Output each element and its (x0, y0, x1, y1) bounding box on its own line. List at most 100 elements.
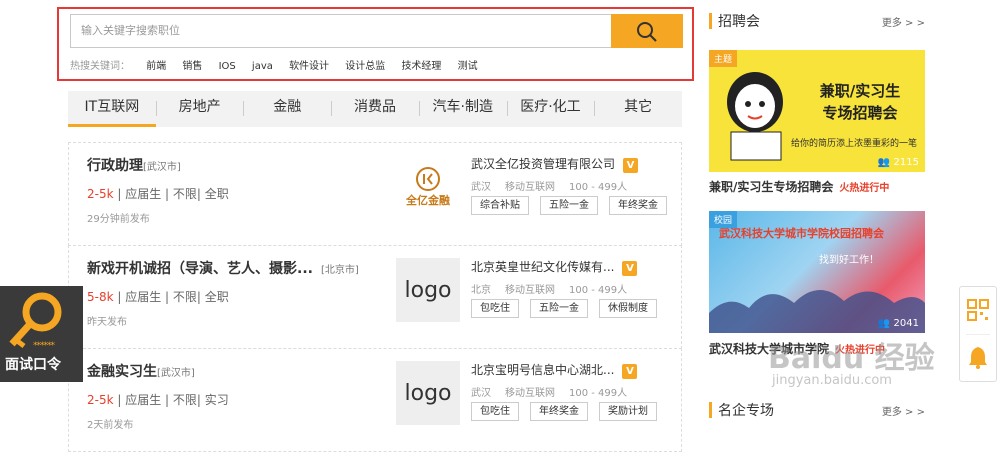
company-name-text: 武汉全亿投资管理有限公司 (471, 157, 616, 171)
fair-badge-theme: 主题 (709, 50, 738, 67)
job-card[interactable]: 行政助理[武汉市] 2-5k | 应届生 | 不限| 全职 29分钟前发布 全亿… (68, 142, 682, 246)
tab-consumer-goods[interactable]: 消费品 (331, 91, 419, 127)
fair-title-text: 兼职/实习生专场招聘会 (709, 180, 834, 194)
hot-keyword[interactable]: 技术经理 (401, 61, 441, 72)
fair-banner-subtitle: 给你的简历添上浓墨重彩的一笔 (791, 139, 918, 149)
tab-real-estate[interactable]: 房地产 (155, 91, 244, 127)
job-posted-time: 2天前发布 (87, 420, 134, 431)
job-requirements: | 应届生 | 不限| 全职 (113, 290, 229, 304)
job-fairs-more-link[interactable]: 更多 > > (882, 14, 925, 29)
company-name[interactable]: 武汉全亿投资管理有限公司 V (471, 155, 639, 173)
fair-title[interactable]: 兼职/实习生专场招聘会 火热进行中 (709, 178, 889, 195)
famous-companies-heading: 名企专场 (718, 403, 774, 419)
company-logo[interactable]: logo (396, 361, 460, 425)
search-panel: 输入关键字搜索职位 热搜关键词： 前端 销售 IOS java 软件设计 设计总… (57, 7, 694, 81)
hot-keywords-label: 热搜关键词： (70, 61, 130, 72)
fair-banner-title: 武汉科技大学城市学院校园招聘会 (719, 227, 884, 240)
benefit-tags: 包吃住 五险一金 休假制度 (471, 299, 657, 318)
floating-toolbar (959, 286, 997, 382)
verified-icon: V (622, 261, 638, 276)
tab-other[interactable]: 其它 (594, 91, 682, 127)
watermark-url: jingyan.baidu.com (772, 373, 892, 388)
job-salary: 2-5k (87, 393, 114, 407)
search-input[interactable]: 输入关键字搜索职位 (70, 14, 611, 48)
company-name[interactable]: 北京宝明号信息中心湖北... V (471, 361, 638, 379)
hot-keyword[interactable]: 软件设计 (289, 61, 329, 72)
password-stars: ****** (33, 341, 55, 351)
benefit-tag: 奖励计划 (599, 402, 657, 421)
benefit-tag: 包吃住 (471, 299, 519, 318)
toolbar-divider (966, 334, 990, 335)
fair-banner-line1: 兼职/实习生 (819, 82, 901, 100)
job-meta: 5-8k | 应届生 | 不限| 全职 (87, 288, 229, 305)
benefit-tags: 综合补贴 五险一金 年终奖金 (471, 196, 667, 215)
job-meta: 2-5k | 应届生 | 不限| 实习 (87, 391, 229, 408)
tab-medical-chemical[interactable]: 医疗·化工 (506, 91, 595, 127)
job-posted-time: 昨天发布 (87, 317, 127, 328)
company-size: 100 - 499人 (569, 285, 628, 296)
company-location: 北京 (471, 285, 491, 296)
fair-banner-campus[interactable]: 武汉科技大学城市学院校园招聘会 找到好工作！ 校园 👥 2041 (709, 211, 925, 333)
company-industry: 移动互联网 (505, 285, 555, 296)
hot-keyword[interactable]: IOS (219, 61, 236, 72)
qr-code-icon[interactable] (967, 299, 989, 321)
company-industry: 移动互联网 (505, 388, 555, 399)
company-logo-text: 全亿金融 (406, 194, 450, 207)
company-industry: 移动互联网 (505, 182, 555, 193)
interview-password-widget[interactable]: ****** 面试口令 (0, 286, 83, 382)
fair-view-count: 👥 2115 (877, 157, 919, 168)
fair-banner-title: 兼职/实习生 专场招聘会 (805, 80, 915, 124)
job-title[interactable]: 金融实习生[武汉市] (87, 361, 195, 381)
company-size: 100 - 499人 (569, 388, 628, 399)
fair-status: 火热进行中 (839, 183, 890, 194)
category-tabs: IT互联网 房地产 金融 消费品 汽车·制造 医疗·化工 其它 (68, 91, 682, 127)
baidu-jingyan-watermark: Baidu 经验 jingyan.baidu.com (768, 333, 935, 388)
job-city: [北京市] (320, 265, 359, 276)
famous-companies-header: 名企专场 更多 > > (709, 400, 925, 420)
company-logo-mark (416, 167, 440, 191)
fair-view-count-text: 2115 (893, 157, 919, 168)
bell-icon[interactable] (967, 345, 989, 369)
company-name-text: 北京英皇世纪文化传媒有... (471, 260, 615, 274)
company-location: 武汉 (471, 182, 491, 193)
interview-password-label: 面试口令 (5, 357, 61, 373)
job-title-text: 行政助理 (87, 158, 143, 174)
tab-it-internet[interactable]: IT互联网 (68, 91, 156, 127)
fair-banner-line2: 专场招聘会 (822, 104, 898, 122)
job-title[interactable]: 新戏开机诚招（导演、艺人、摄影... [北京市] (87, 258, 359, 278)
job-title[interactable]: 行政助理[武汉市] (87, 155, 181, 175)
company-logo[interactable]: 全亿金融 (396, 155, 460, 219)
tab-finance[interactable]: 金融 (243, 91, 331, 127)
hot-keyword[interactable]: 测试 (458, 61, 478, 72)
job-title-text: 新戏开机诚招（导演、艺人、摄影... (87, 261, 313, 277)
tab-auto-manufacturing[interactable]: 汽车·制造 (418, 91, 507, 127)
hot-keyword[interactable]: 销售 (182, 61, 202, 72)
fair-badge-campus: 校园 (709, 211, 738, 228)
company-name-text: 北京宝明号信息中心湖北... (471, 363, 615, 377)
search-icon (637, 22, 657, 42)
job-card[interactable]: 金融实习生[武汉市] 2-5k | 应届生 | 不限| 实习 2天前发布 log… (68, 348, 682, 452)
company-logo[interactable]: logo (396, 258, 460, 322)
job-requirements: | 应届生 | 不限| 实习 (113, 393, 229, 407)
hot-keyword[interactable]: 设计总监 (345, 61, 385, 72)
cartoon-girl-illustration (727, 72, 783, 161)
hot-keyword[interactable]: java (252, 61, 273, 72)
company-info: 北京 移动互联网 100 - 499人 (471, 281, 641, 296)
hot-keyword[interactable]: 前端 (146, 61, 166, 72)
company-name[interactable]: 北京英皇世纪文化传媒有... V (471, 258, 638, 276)
job-fairs-header: 招聘会 更多 > > (709, 11, 925, 31)
watermark-brand: Baidu 经验 (768, 341, 935, 376)
fair-banner-parttime[interactable]: 兼职/实习生 专场招聘会 给你的简历添上浓墨重彩的一笔 主题 👥 2115 (709, 50, 925, 172)
benefit-tag: 年终奖金 (530, 402, 588, 421)
famous-companies-more-link[interactable]: 更多 > > (882, 403, 925, 418)
benefit-tag: 包吃住 (471, 402, 519, 421)
benefit-tag: 五险一金 (540, 196, 598, 215)
company-info: 武汉 移动互联网 100 - 499人 (471, 384, 641, 399)
job-city: [武汉市] (143, 162, 181, 173)
job-fairs-heading: 招聘会 (718, 14, 760, 30)
job-card[interactable]: 新戏开机诚招（导演、艺人、摄影... [北京市] 5-8k | 应届生 | 不限|… (68, 245, 682, 349)
search-button[interactable] (611, 14, 683, 48)
job-salary: 2-5k (87, 187, 114, 201)
section-accent-bar (709, 13, 712, 29)
benefit-tags: 包吃住 年终奖金 奖励计划 (471, 402, 657, 421)
